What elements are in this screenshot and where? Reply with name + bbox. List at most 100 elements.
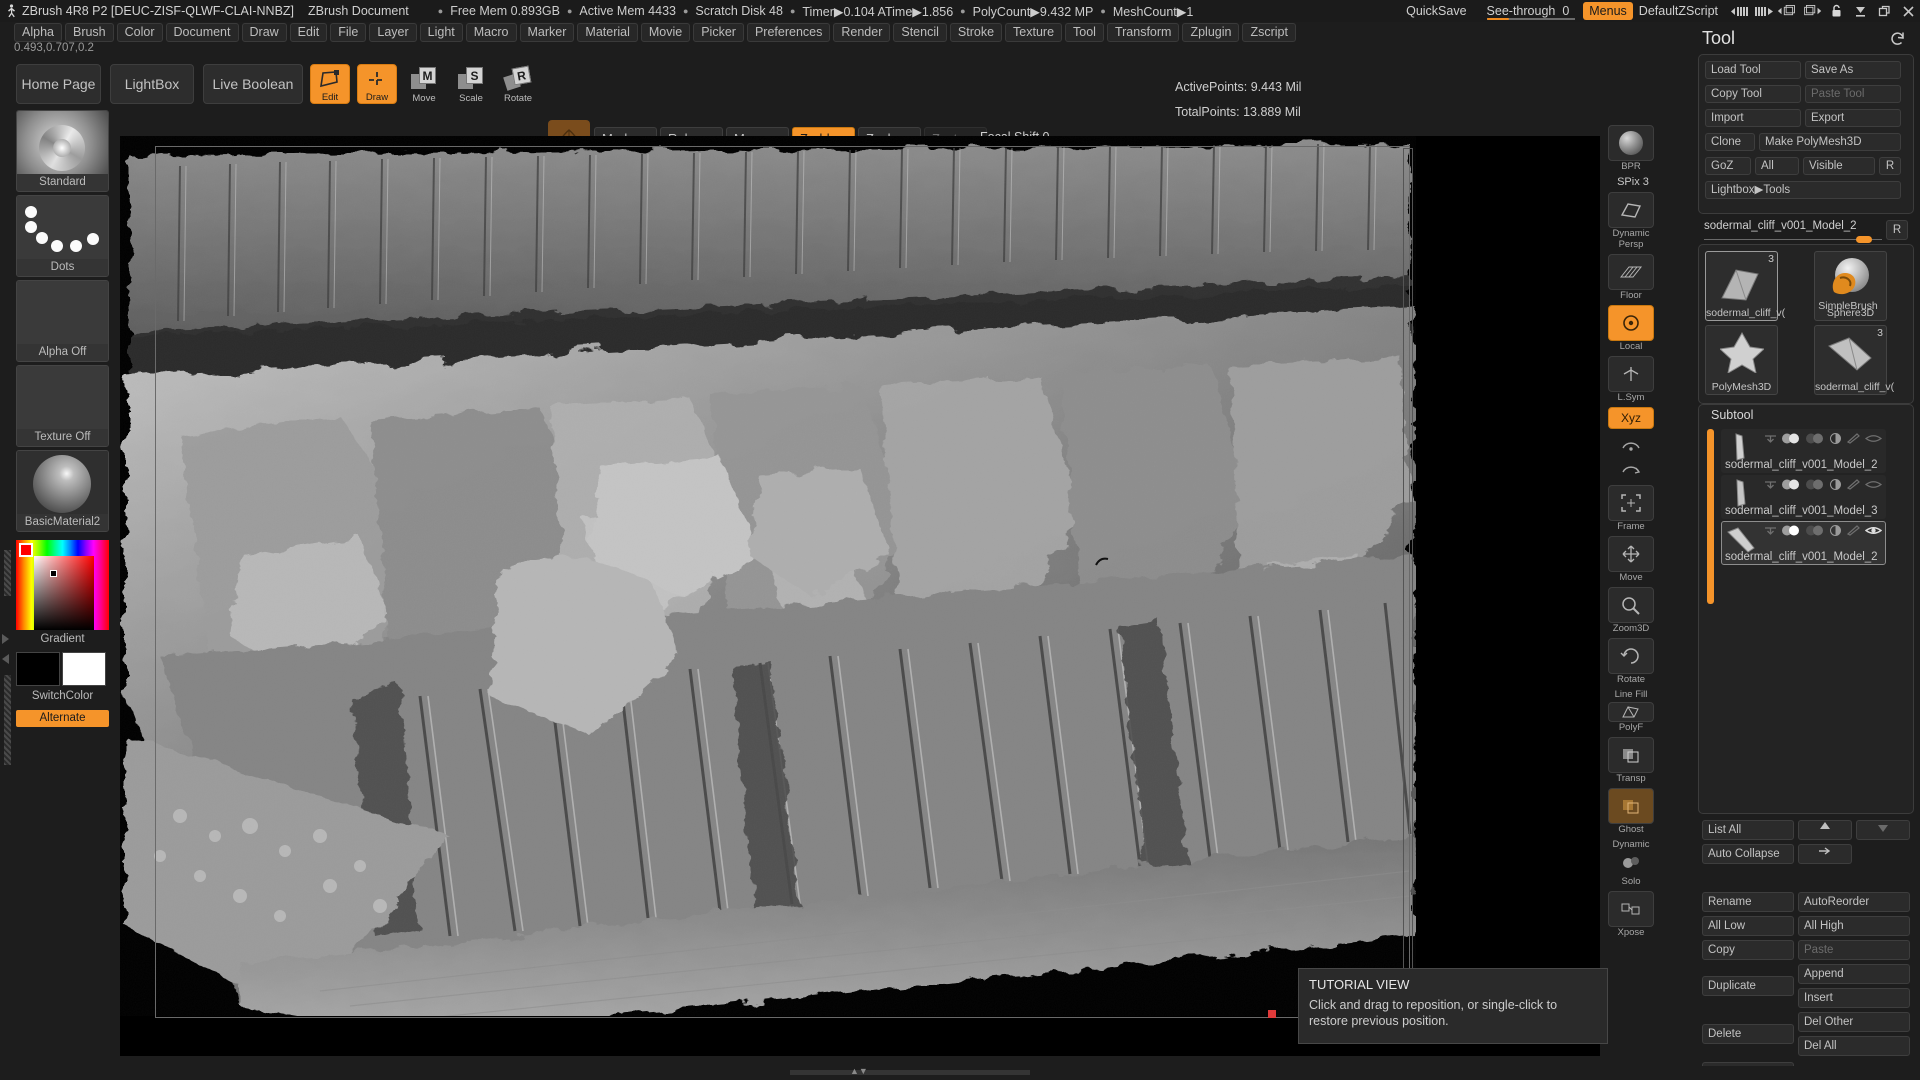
- del-all-button[interactable]: Del All: [1798, 1036, 1910, 1056]
- see-through-track[interactable]: [1486, 18, 1575, 20]
- primary-color-swatch[interactable]: [16, 652, 60, 686]
- floor-button[interactable]: [1608, 254, 1654, 290]
- subtool-scrollbar[interactable]: [1707, 429, 1714, 604]
- home-page-button[interactable]: Home Page: [16, 64, 101, 104]
- palette-expand-left-icon[interactable]: [2, 654, 9, 664]
- duplicate-button[interactable]: Duplicate: [1702, 976, 1794, 996]
- copy-subtool-button[interactable]: Copy: [1702, 940, 1794, 960]
- menu-item-file[interactable]: File: [330, 22, 367, 42]
- menu-item-tool[interactable]: Tool: [1065, 22, 1104, 42]
- contrast-icon[interactable]: [1829, 479, 1842, 490]
- subtool-row-0[interactable]: sodermal_cliff_v001_Model_2: [1721, 429, 1886, 473]
- subtool-row-2[interactable]: sodermal_cliff_v001_Model_2: [1721, 521, 1886, 565]
- palette-expand-right-icon[interactable]: [2, 634, 9, 644]
- load-tool-button[interactable]: Load Tool: [1705, 61, 1801, 79]
- zoom3d-button[interactable]: [1608, 587, 1654, 623]
- tool-slot-0[interactable]: 3 sodermal_cliff_v(: [1705, 251, 1785, 321]
- arrow-down-icon[interactable]: [1764, 433, 1777, 444]
- draw-mode-button[interactable]: Draw: [357, 64, 397, 104]
- menu-item-zplugin[interactable]: Zplugin: [1182, 22, 1240, 42]
- xpose-button[interactable]: [1608, 891, 1654, 927]
- shelf-solo[interactable]: Dynamic Solo: [1608, 839, 1654, 887]
- arrow-down-icon[interactable]: [1764, 479, 1777, 490]
- sym-arc2-icon[interactable]: [1608, 459, 1654, 481]
- append-button[interactable]: Append: [1798, 964, 1910, 984]
- rename-button[interactable]: Rename: [1702, 892, 1794, 912]
- goz-r-button[interactable]: R: [1879, 157, 1901, 175]
- sym-arc-icon[interactable]: [1608, 433, 1654, 455]
- menu-item-zscript[interactable]: Zscript: [1242, 22, 1296, 42]
- current-material-slot[interactable]: BasicMaterial2: [16, 450, 109, 532]
- merge-visible-icon[interactable]: [1781, 525, 1801, 536]
- minimize-icon[interactable]: [1848, 0, 1872, 22]
- shelf-persp[interactable]: Dynamic Persp: [1608, 192, 1654, 250]
- color-picker[interactable]: [16, 540, 109, 630]
- move-mode-button[interactable]: M Move: [404, 64, 444, 104]
- scroll-left-icon[interactable]: [1728, 0, 1752, 22]
- eye-icon[interactable]: [1865, 525, 1882, 536]
- menu-item-light[interactable]: Light: [419, 22, 463, 42]
- arrow-down-icon[interactable]: [1764, 525, 1777, 536]
- scroll-center-marker[interactable]: ▲▼: [850, 1066, 868, 1076]
- rotate-mode-button[interactable]: R Rotate: [498, 64, 538, 104]
- clone-button[interactable]: Clone: [1705, 133, 1755, 151]
- alternate-button[interactable]: Alternate: [16, 710, 109, 727]
- lightbox-tools-button[interactable]: Lightbox▶Tools: [1705, 181, 1901, 199]
- goz-button[interactable]: GoZ: [1705, 157, 1751, 175]
- menu-item-draw[interactable]: Draw: [241, 22, 287, 42]
- spix-label[interactable]: SPix 3: [1608, 176, 1658, 188]
- paste-tool-button[interactable]: Paste Tool: [1805, 85, 1901, 103]
- menu-item-transform[interactable]: Transform: [1106, 22, 1180, 42]
- menu-item-movie[interactable]: Movie: [640, 22, 691, 42]
- shelf-frame[interactable]: Frame: [1608, 485, 1654, 532]
- quicksave-button[interactable]: QuickSave: [1394, 4, 1478, 18]
- all-low-button[interactable]: All Low: [1702, 916, 1794, 936]
- current-alpha-slot[interactable]: Alpha Off: [16, 280, 109, 362]
- paste-subtool-button[interactable]: Paste: [1798, 940, 1910, 960]
- menu-item-color[interactable]: Color: [116, 22, 163, 42]
- shelf-bpr[interactable]: BPR: [1608, 125, 1654, 172]
- menu-item-alpha[interactable]: Alpha: [14, 22, 62, 42]
- menu-item-texture[interactable]: Texture: [1005, 22, 1063, 42]
- export-button[interactable]: Export: [1805, 109, 1901, 127]
- eye-icon[interactable]: [1865, 479, 1882, 490]
- tutorial-popup[interactable]: TUTORIAL VIEW Click and drag to repositi…: [1298, 968, 1608, 1044]
- current-texture-slot[interactable]: Texture Off: [16, 365, 109, 447]
- tool-slot-3[interactable]: 3 sodermal_cliff_v(: [1814, 325, 1894, 395]
- shelf-rotate[interactable]: Rotate: [1608, 638, 1654, 685]
- menu-item-edit[interactable]: Edit: [289, 22, 328, 42]
- shelf-xyz[interactable]: Xyz: [1608, 407, 1654, 429]
- menu-item-macro[interactable]: Macro: [465, 22, 517, 42]
- goz-visible-button[interactable]: Visible: [1803, 157, 1875, 175]
- rotate-3d-button[interactable]: [1608, 638, 1654, 674]
- shelf-ghost[interactable]: Ghost: [1608, 788, 1654, 835]
- polyframe-button[interactable]: [1608, 702, 1654, 722]
- ghost-button[interactable]: [1608, 788, 1654, 824]
- simplebrush-label[interactable]: SimpleBrush: [1800, 300, 1896, 312]
- shelf-floor[interactable]: Floor: [1608, 254, 1654, 301]
- reload-icon[interactable]: [1890, 31, 1906, 47]
- auto-collapse-arrow-button[interactable]: [1798, 844, 1852, 864]
- local-button[interactable]: [1608, 305, 1654, 341]
- shelf-move[interactable]: Move: [1608, 536, 1654, 583]
- polypaint-icon[interactable]: [1846, 525, 1861, 536]
- menu-item-picker[interactable]: Picker: [693, 22, 744, 42]
- insert-button[interactable]: Insert: [1798, 988, 1910, 1008]
- shelf-xpose[interactable]: Xpose: [1608, 891, 1654, 938]
- menu-item-preferences[interactable]: Preferences: [746, 22, 831, 42]
- menu-item-layer[interactable]: Layer: [369, 22, 417, 42]
- subtool-row-1[interactable]: sodermal_cliff_v001_Model_3: [1721, 475, 1886, 519]
- live-boolean-button[interactable]: Live Boolean: [203, 64, 303, 104]
- window-prev-icon[interactable]: [1776, 0, 1800, 22]
- window-next-icon[interactable]: [1800, 0, 1824, 22]
- eye-icon[interactable]: [1865, 433, 1882, 444]
- tool-slot-2[interactable]: PolyMesh3D: [1705, 325, 1778, 395]
- delete-button[interactable]: Delete: [1702, 1024, 1794, 1044]
- shelf-zoom3d[interactable]: Zoom3D: [1608, 587, 1654, 634]
- save-as-button[interactable]: Save As: [1805, 61, 1901, 79]
- merge-visible-icon[interactable]: [1781, 479, 1801, 490]
- shelf-lsym[interactable]: L.Sym: [1608, 356, 1654, 403]
- lightbox-button[interactable]: LightBox: [110, 64, 194, 104]
- scale-mode-button[interactable]: S Scale: [451, 64, 491, 104]
- close-icon[interactable]: [1896, 0, 1920, 22]
